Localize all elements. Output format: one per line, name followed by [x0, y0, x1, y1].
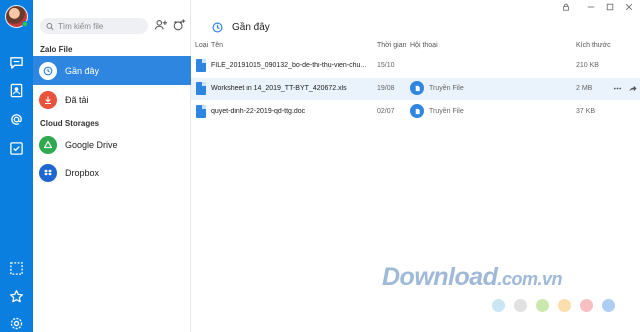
search-icon	[46, 22, 54, 30]
conversation-label: Truyền File	[429, 84, 464, 92]
watermark-domain: .com.vn	[497, 269, 562, 289]
more-options-icon[interactable]	[612, 83, 623, 94]
file-transfer-icon	[410, 104, 424, 118]
column-header-type[interactable]: Loại	[195, 42, 208, 49]
column-header-conversation[interactable]: Hội thoại	[410, 42, 438, 49]
watermark-dot	[602, 299, 615, 312]
star-icon[interactable]	[8, 288, 25, 305]
table-row[interactable]: Worksheet in 14_2019_TT-BYT_420672.xls 1…	[191, 78, 640, 100]
file-time: 19/08	[377, 85, 395, 92]
clock-icon	[39, 61, 57, 80]
sidebar-item-downloaded[interactable]: Đã tải	[33, 85, 191, 114]
download-icon	[39, 90, 57, 109]
sidebar-item-google-drive[interactable]: Google Drive	[33, 130, 191, 159]
sidebar-item-label: Đã tải	[65, 94, 89, 105]
close-icon[interactable]	[622, 2, 636, 12]
sidebar-item-label: Google Drive	[65, 139, 118, 150]
mention-icon[interactable]	[8, 111, 25, 128]
file-name: FILE_20191015_090132_bo-de-thi-thu-vien-…	[211, 62, 367, 69]
conversation-label: Truyền File	[429, 107, 464, 115]
file-name: quyet-dinh-22-2019-qd-ttg.doc	[211, 108, 306, 115]
minimize-icon[interactable]	[584, 2, 598, 12]
file-transfer-icon	[410, 81, 424, 95]
sidebar-item-label: Gần đây	[65, 65, 100, 76]
maximize-icon[interactable]	[603, 2, 617, 12]
watermark: Download.com.vn	[382, 263, 562, 292]
column-header-time[interactable]: Thời gian	[377, 42, 407, 49]
page-header: Gần đây	[212, 22, 270, 33]
watermark-dot	[558, 299, 571, 312]
file-sidebar: Zalo File Gần đây Đã tải Cloud Storages …	[33, 0, 191, 332]
sidebar-item-recent[interactable]: Gần đây	[33, 56, 191, 85]
share-icon[interactable]	[627, 83, 638, 94]
file-icon	[196, 59, 206, 72]
file-size: 37 KB	[576, 108, 596, 115]
file-icon	[196, 105, 206, 118]
watermark-dot	[536, 299, 549, 312]
google-drive-icon	[39, 135, 57, 154]
watermark-dot	[580, 299, 593, 312]
section-cloud-storages: Cloud Storages	[40, 119, 100, 128]
conversation: Truyền File	[410, 104, 464, 118]
zalo-file-window: Zalo File Gần đây Đã tải Cloud Storages …	[0, 0, 640, 332]
section-zalo-file: Zalo File	[40, 45, 73, 54]
create-group-icon[interactable]	[172, 18, 186, 32]
watermark-text: Download	[382, 263, 498, 291]
search-input[interactable]	[58, 21, 148, 31]
column-header-name[interactable]: Tên	[211, 42, 223, 49]
table-row[interactable]: quyet-dinh-22-2019-qd-ttg.doc 02/07 Truy…	[191, 101, 640, 123]
file-icon	[196, 82, 206, 95]
todo-icon[interactable]	[8, 140, 25, 157]
file-size: 210 KB	[576, 62, 599, 69]
clock-icon	[212, 22, 223, 33]
watermark-dot	[492, 299, 505, 312]
file-time: 15/10	[377, 62, 395, 69]
screenshot-icon[interactable]	[8, 260, 25, 277]
column-header-size[interactable]: Kích thước	[576, 42, 611, 49]
left-rail	[0, 0, 33, 332]
dropbox-icon	[39, 163, 57, 182]
table-row[interactable]: FILE_20191015_090132_bo-de-thi-thu-vien-…	[191, 55, 640, 77]
conversation: Truyền File	[410, 81, 464, 95]
online-status-dot	[22, 21, 28, 27]
watermark-dots	[492, 299, 624, 312]
sidebar-item-dropbox[interactable]: Dropbox	[33, 158, 191, 187]
settings-icon[interactable]	[8, 315, 25, 332]
search-box[interactable]	[40, 18, 148, 34]
pin-icon[interactable]	[559, 2, 573, 12]
file-time: 02/07	[377, 108, 395, 115]
sidebar-item-label: Dropbox	[65, 167, 100, 178]
add-friend-icon[interactable]	[154, 18, 168, 32]
chat-icon[interactable]	[8, 54, 25, 71]
file-name: Worksheet in 14_2019_TT-BYT_420672.xls	[211, 85, 347, 92]
page-title: Gần đây	[232, 22, 270, 33]
watermark-dot	[514, 299, 527, 312]
contacts-icon[interactable]	[8, 82, 25, 99]
file-size: 2 MB	[576, 85, 593, 92]
